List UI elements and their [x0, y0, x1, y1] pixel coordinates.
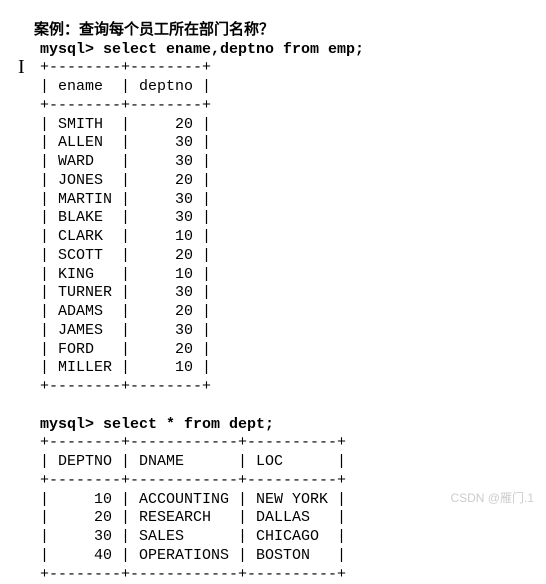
mysql-prompt: mysql> [40, 416, 94, 433]
table-row: | JAMES | 30 | [40, 322, 211, 339]
table-border: +--------+------------+----------+ [40, 566, 346, 583]
table-row: | 40 | OPERATIONS | BOSTON | [40, 547, 346, 564]
table-row: | WARD | 30 | [40, 153, 211, 170]
table-row: | CLARK | 10 | [40, 228, 211, 245]
sql-query-2: select * from dept; [94, 416, 274, 433]
table-row: | TURNER | 30 | [40, 284, 211, 301]
table-header: | ename | deptno | [40, 78, 211, 95]
table-row: | JONES | 20 | [40, 172, 211, 189]
table-row: | 10 | ACCOUNTING | NEW YORK | [40, 491, 346, 508]
table-row: | MARTIN | 30 | [40, 191, 211, 208]
table-border: +--------+--------+ [40, 97, 211, 114]
watermark-text: CSDN @雁门.1 [450, 489, 534, 506]
table-border: +--------+--------+ [40, 378, 211, 395]
table-row: | MILLER | 10 | [40, 359, 211, 376]
table-row: | 30 | SALES | CHICAGO | [40, 528, 346, 545]
table-row: | ADAMS | 20 | [40, 303, 211, 320]
table-row: | FORD | 20 | [40, 341, 211, 358]
text-cursor-icon: I [18, 56, 25, 79]
case-title: 案例：查询每个员工所在部门名称？ [34, 21, 274, 38]
table-header: | DEPTNO | DNAME | LOC | [40, 453, 346, 470]
table-border: +--------+------------+----------+ [40, 434, 346, 451]
table-row: | KING | 10 | [40, 266, 211, 283]
table-border: +--------+------------+----------+ [40, 472, 346, 489]
table-row: | ALLEN | 30 | [40, 134, 211, 151]
table-row: | SMITH | 20 | [40, 116, 211, 133]
table-row: | 20 | RESEARCH | DALLAS | [40, 509, 346, 526]
sql-query-1: select ename,deptno from emp; [94, 41, 364, 58]
table-border: +--------+--------+ [40, 59, 211, 76]
mysql-prompt: mysql> [40, 41, 94, 58]
table-row: | BLAKE | 30 | [40, 209, 211, 226]
table-row: | SCOTT | 20 | [40, 247, 211, 264]
